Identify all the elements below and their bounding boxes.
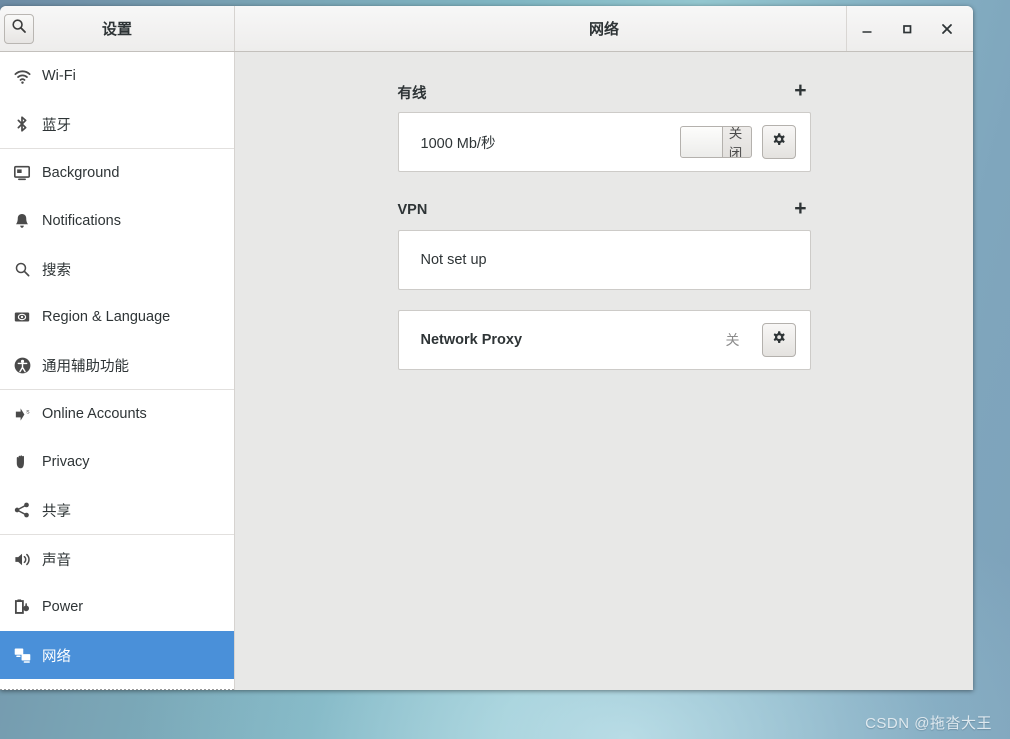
wired-section-header: 有线 + [398, 78, 811, 106]
sidebar-item-label: 通用辅助功能 [42, 358, 129, 375]
window-content: Wi-Fi 蓝牙 Background Notifications 搜索 Reg… [0, 52, 973, 690]
sidebar-item-wifi[interactable]: Wi-Fi [0, 52, 234, 100]
vpn-card: Not set up [397, 230, 811, 290]
network-proxy-row[interactable]: Network Proxy 关 [399, 311, 810, 369]
section-title: VPN [397, 202, 428, 218]
sidebar-item-label: Online Accounts [42, 406, 147, 422]
sidebar-focus-line [0, 689, 234, 690]
bluetooth-icon [7, 115, 37, 133]
sidebar-item-label: Power [42, 599, 84, 615]
add-vpn-button[interactable]: + [790, 198, 810, 222]
switch-knob [680, 127, 723, 157]
sidebar-item-power[interactable]: Power [0, 583, 234, 631]
network-panel-content: 有线 + 1000 Mb/秒 关闭 VPN + Not set up Netwo… [397, 78, 811, 370]
settings-window: 设置 网络 Wi-Fi 蓝牙 Background Notifications … [0, 6, 973, 690]
region-language-icon [7, 308, 37, 326]
sidebar-header: 设置 [0, 6, 235, 51]
wired-row[interactable]: 1000 Mb/秒 关闭 [399, 113, 810, 171]
sidebar-item-label: 声音 [42, 552, 71, 569]
network-proxy-controls: 关 [726, 323, 796, 357]
network-proxy-card: Network Proxy 关 [397, 310, 811, 370]
close-icon [940, 22, 954, 36]
sidebar-item-bluetooth[interactable]: 蓝牙 [0, 100, 234, 148]
wired-speed-label: 1000 Mb/秒 [420, 135, 496, 152]
csdn-watermark: CSDN @拖沓大王 [865, 715, 992, 732]
switch-state-label: 关闭 [728, 126, 743, 158]
gear-icon [771, 330, 787, 351]
maximize-icon [900, 22, 914, 36]
add-wired-button[interactable]: + [790, 80, 810, 104]
sidebar-item-online-accounts[interactable]: s Online Accounts [0, 390, 234, 438]
gear-icon [771, 132, 787, 153]
online-accounts-icon: s [7, 405, 37, 424]
power-battery-icon [7, 598, 37, 616]
wired-row-controls: 关闭 [679, 125, 796, 159]
sidebar-item-region-language[interactable]: Region & Language [0, 293, 234, 341]
sidebar-item-network[interactable]: 网络 [0, 631, 234, 679]
sidebar-item-label: 搜索 [42, 262, 71, 279]
section-title: 有线 [397, 85, 427, 102]
sidebar-item-label: 网络 [42, 648, 71, 665]
network-proxy-state-label: 关 [725, 332, 740, 348]
window-controls [846, 6, 973, 51]
wired-card: 1000 Mb/秒 关闭 [397, 112, 811, 172]
network-panel: 有线 + 1000 Mb/秒 关闭 VPN + Not set up Netwo… [235, 52, 973, 690]
background-icon [7, 164, 37, 182]
sidebar-item-label: Notifications [42, 213, 121, 229]
privacy-hand-icon [7, 453, 37, 471]
network-proxy-label: Network Proxy [420, 332, 523, 348]
search-icon [7, 261, 37, 278]
sidebar-item-label: Privacy [42, 454, 90, 470]
accessibility-icon [7, 356, 37, 375]
wifi-icon [7, 67, 37, 86]
network-icon [7, 646, 37, 665]
window-header-right: 网络 [235, 6, 973, 51]
vpn-status-label: Not set up [420, 252, 487, 268]
sidebar-item-label: 蓝牙 [42, 117, 71, 134]
bell-icon [7, 212, 37, 230]
sidebar-item-privacy[interactable]: Privacy [0, 438, 234, 486]
minimize-button[interactable] [847, 6, 887, 52]
close-button[interactable] [927, 6, 967, 52]
network-proxy-settings-button[interactable] [761, 323, 796, 357]
maximize-button[interactable] [887, 6, 927, 52]
svg-text:s: s [26, 408, 30, 415]
vpn-row[interactable]: Not set up [399, 231, 810, 289]
wired-toggle-switch[interactable]: 关闭 [679, 126, 752, 158]
sidebar-item-sound[interactable]: 声音 [0, 535, 234, 583]
minimize-icon [860, 22, 874, 36]
sidebar-item-label: Region & Language [42, 309, 171, 325]
sidebar-item-accessibility[interactable]: 通用辅助功能 [0, 341, 234, 389]
sidebar-item-notifications[interactable]: Notifications [0, 197, 234, 245]
settings-app-title: 设置 [101, 21, 132, 38]
sidebar-item-label: Wi-Fi [42, 68, 76, 84]
sidebar-item-label: Background [42, 165, 120, 181]
sidebar-item-background[interactable]: Background [0, 149, 234, 197]
window-titlebar: 设置 网络 [0, 6, 973, 52]
sidebar-item-sharing[interactable]: 共享 [0, 486, 234, 534]
sidebar-item-search[interactable]: 搜索 [0, 245, 234, 293]
sharing-icon [7, 501, 37, 519]
sound-icon [7, 550, 37, 569]
sidebar-item-label: 共享 [42, 503, 71, 520]
vpn-section-header: VPN + [398, 196, 811, 224]
wired-settings-button[interactable] [761, 125, 796, 159]
search-icon [11, 18, 27, 39]
search-button[interactable] [4, 13, 34, 44]
settings-sidebar[interactable]: Wi-Fi 蓝牙 Background Notifications 搜索 Reg… [0, 52, 235, 690]
